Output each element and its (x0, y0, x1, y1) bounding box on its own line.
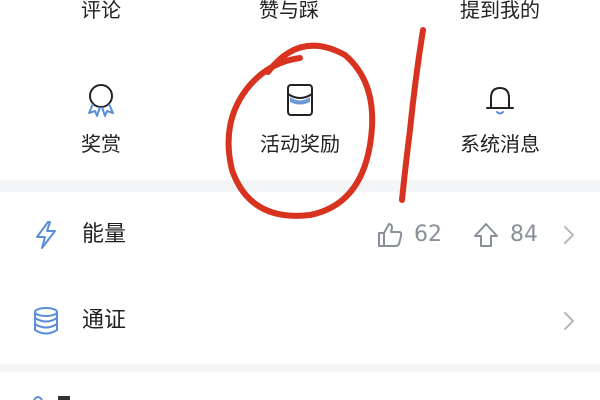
partial-row-icon (33, 396, 70, 400)
tab-mentions[interactable]: 提到我的 (420, 0, 580, 28)
upvotes-count: 84 (510, 222, 538, 247)
row-token[interactable]: 通证 (0, 278, 600, 364)
tab-likes-dislikes[interactable]: 赞与踩 (209, 0, 369, 28)
row-energy-label: 能量 (82, 222, 127, 247)
feature-rewards[interactable]: 奖赏 (21, 72, 181, 172)
lightning-icon (36, 221, 56, 249)
database-icon (34, 307, 58, 335)
chevron-right-icon (564, 312, 574, 330)
feature-rewards-label: 奖赏 (81, 132, 121, 156)
gift-envelope-icon (287, 84, 313, 116)
feature-activity-rewards-label: 活动奖励 (260, 132, 340, 156)
thumbs-up-icon (378, 223, 403, 247)
row-token-label: 通证 (82, 308, 127, 333)
feature-system-messages[interactable]: 系统消息 (420, 72, 580, 172)
row-energy[interactable]: 能量 62 84 (0, 192, 600, 278)
next-row-partial[interactable] (0, 372, 600, 400)
likes-count: 62 (414, 222, 442, 247)
feature-system-messages-label: 系统消息 (460, 132, 540, 156)
arrow-up-icon (474, 223, 498, 247)
chevron-right-icon (564, 226, 574, 244)
section-divider (0, 364, 600, 372)
bell-icon (486, 87, 514, 115)
top-tabs: 评论 赞与踩 提到我的 (0, 0, 600, 36)
feature-activity-rewards[interactable]: 活动奖励 (220, 72, 380, 172)
tab-comments[interactable]: 评论 (21, 0, 181, 28)
section-divider (0, 180, 600, 192)
medal-icon (88, 84, 114, 117)
